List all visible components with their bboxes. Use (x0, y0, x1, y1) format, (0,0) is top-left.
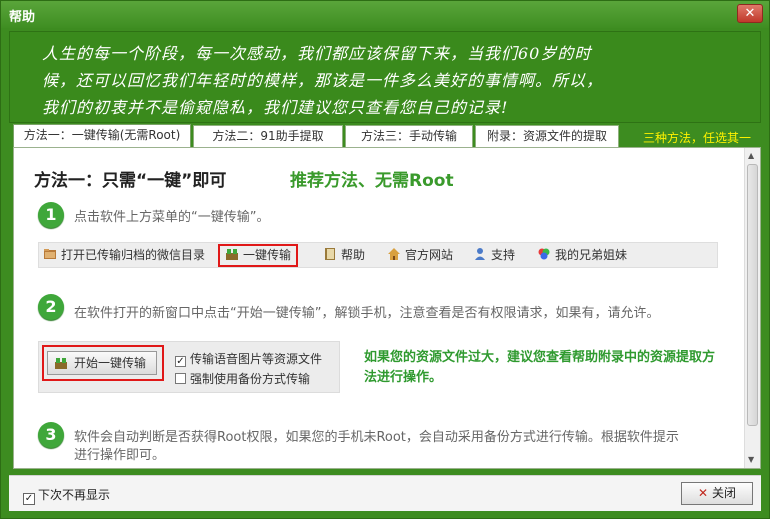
checkbox-checked[interactable]: ✓ (23, 493, 35, 505)
scroll-thumb[interactable] (747, 164, 758, 426)
content-panel: 方法一：只需“一键”即可 推荐方法、无需Root 1 点击软件上方菜单的“一键传… (13, 147, 761, 469)
vertical-scrollbar[interactable]: ▲ ▼ (744, 148, 760, 468)
step-2-badge: 2 (38, 294, 64, 320)
tab-method-1[interactable]: 方法一：一键传输(无需Root) (13, 124, 191, 148)
step-1-text: 点击软件上方菜单的“一键传输”。 (74, 210, 270, 225)
home-icon (388, 248, 400, 260)
step-1-badge: 1 (38, 202, 64, 228)
footer-bar: ✓ 下次不再显示 ✕ 关闭 (9, 475, 761, 511)
step-2-text: 在软件打开的新窗口中点击“开始一键传输”，解锁手机，注意查看是否有权限请求，如果… (74, 306, 660, 321)
window-title: 帮助 (9, 10, 36, 25)
tab-hint: 三种方法，任选其一 (642, 131, 751, 145)
close-icon: ✕ (744, 6, 756, 21)
folder-icon (44, 249, 56, 259)
help-window: 帮助 ✕ 人生的每一个阶段，每一次感动，我们都应该保留下来，当我们60岁的时 候… (0, 0, 770, 519)
method-subheading: 推荐方法、无需Root (290, 171, 454, 191)
book-icon (325, 248, 335, 260)
tab-method-2[interactable]: 方法二：91助手提取 (193, 125, 343, 147)
close-button[interactable]: ✕ 关闭 (681, 482, 753, 505)
resource-advice: 如果您的资源文件过大，建议您查看帮助附录中的资源提取方法进行操作。 (364, 350, 716, 385)
user-icon (475, 248, 485, 260)
checkbox-unchecked (175, 373, 186, 384)
tab-method-3[interactable]: 方法三：手动传输 (345, 125, 473, 147)
intro-banner: 人生的每一个阶段，每一次感动，我们都应该保留下来，当我们60岁的时 候，还可以回… (9, 31, 761, 123)
banner-line-2: 候，还可以回忆我们年轻时的模样，那该是一件多么美好的事情啊。所以， (42, 71, 604, 90)
tab-appendix[interactable]: 附录：资源文件的提取 (475, 125, 619, 147)
banner-line-3: 我们的初衷并不是偷窥隐私，我们建议您只查看您自己的记录! (42, 98, 509, 117)
scroll-down-icon[interactable]: ▼ (748, 455, 754, 464)
method-heading: 方法一：只需“一键”即可 (34, 171, 227, 191)
toolbar-help: 帮助 (323, 247, 365, 263)
toolbar-siblings: 我的兄弟姐妹 (537, 247, 627, 263)
banner-line-1: 人生的每一个阶段，每一次感动，我们都应该保留下来，当我们60岁的时 (42, 44, 592, 63)
highlight-transfer-box (218, 244, 298, 267)
toolbar-open-folder: 打开已传输归档的微信目录 (43, 247, 205, 263)
scroll-up-icon[interactable]: ▲ (748, 151, 754, 160)
close-icon: ✕ (697, 486, 709, 500)
step-3-text-line-2: 进行操作即可。 (74, 448, 166, 463)
step-3-text-line-1: 软件会自动判断是否获得Root权限，如果您的手机未Root，会自动采用备份方式进… (74, 430, 679, 445)
toolbar-website: 官方网站 (387, 247, 453, 263)
force-backup-checkbox: 强制使用备份方式传输 (175, 370, 310, 387)
sample-toolbar: 打开已传输归档的微信目录 一键传输 帮助 官方网站 支持 我的兄弟姐妹 (38, 242, 718, 268)
checkbox-checked: ✓ (175, 356, 186, 367)
resource-files-checkbox: ✓ 传输语音图片等资源文件 (175, 352, 323, 367)
title-bar[interactable]: 帮助 ✕ (1, 1, 769, 28)
toolbar-support: 支持 (473, 247, 515, 263)
dont-show-again-checkbox[interactable]: ✓ 下次不再显示 (23, 486, 110, 505)
window-close-button[interactable]: ✕ (737, 4, 763, 23)
step-3-badge: 3 (38, 422, 64, 448)
highlight-start-button-box (42, 345, 164, 381)
colorwheel-icon (538, 248, 550, 260)
